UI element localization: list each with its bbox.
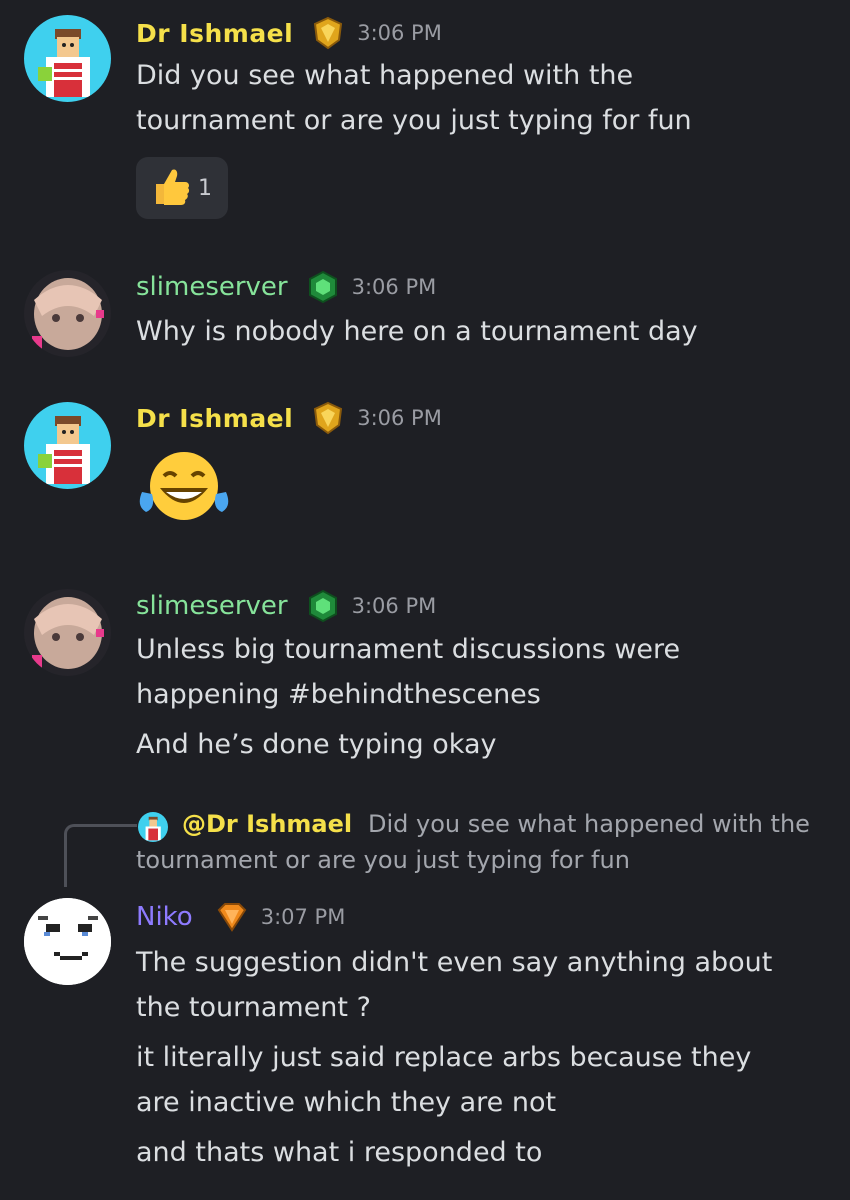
message-text: the tournament ? bbox=[136, 992, 371, 1023]
reaction-count: 1 bbox=[198, 175, 212, 201]
green-gem-badge-icon[interactable] bbox=[306, 270, 340, 304]
reaction-thumbs-up[interactable]: 1 bbox=[136, 157, 228, 219]
reply-mention[interactable]: @Dr Ishmael bbox=[182, 810, 352, 838]
timestamp: 3:07 PM bbox=[260, 905, 346, 929]
message-text: tournament or are you just typing for fu… bbox=[136, 105, 692, 136]
username[interactable]: slimeserver bbox=[136, 591, 288, 621]
message-text: happening #behindthescenes bbox=[136, 679, 541, 710]
thumbs-up-icon bbox=[148, 164, 192, 212]
reply-avatar-dr-ishmael bbox=[138, 812, 168, 842]
message-text: Did you see what happened with the bbox=[136, 60, 634, 91]
message-text: it literally just said replace arbs beca… bbox=[136, 1042, 752, 1073]
timestamp: 3:06 PM bbox=[351, 275, 437, 299]
avatar-dr-ishmael[interactable] bbox=[24, 402, 111, 489]
username[interactable]: Dr Ishmael bbox=[136, 404, 293, 433]
message-header: slimeserver 3:06 PM bbox=[136, 589, 436, 623]
username[interactable]: Niko bbox=[136, 902, 193, 932]
orange-diamond-badge-icon[interactable] bbox=[215, 900, 249, 934]
message-text: Unless big tournament discussions were bbox=[136, 634, 681, 665]
message-header: Niko 3:07 PM bbox=[136, 900, 345, 934]
reply-preview[interactable]: @Dr Ishmael Did you see what happened wi… bbox=[0, 800, 850, 890]
gold-shield-badge-icon[interactable] bbox=[311, 401, 345, 435]
message-header: slimeserver 3:06 PM bbox=[136, 270, 436, 304]
timestamp: 3:06 PM bbox=[351, 594, 437, 618]
avatar-slimeserver[interactable] bbox=[24, 589, 111, 676]
message-text: are inactive which they are not bbox=[136, 1087, 557, 1118]
message-text: And he’s done typing okay bbox=[136, 729, 497, 760]
message-text: and thats what i responded to bbox=[136, 1137, 543, 1168]
face-with-tears-of-joy-icon bbox=[134, 448, 234, 524]
gold-shield-badge-icon[interactable] bbox=[311, 16, 345, 50]
username[interactable]: slimeserver bbox=[136, 272, 288, 302]
username[interactable]: Dr Ishmael bbox=[136, 19, 293, 48]
message-header: Dr Ishmael 3:06 PM bbox=[136, 401, 442, 435]
timestamp: 3:06 PM bbox=[357, 406, 442, 430]
avatar-slimeserver[interactable] bbox=[24, 270, 111, 357]
avatar-dr-ishmael[interactable] bbox=[24, 15, 111, 102]
avatar-niko[interactable] bbox=[24, 898, 111, 985]
message-text: Why is nobody here on a tournament day bbox=[136, 316, 698, 347]
green-gem-badge-icon[interactable] bbox=[306, 589, 340, 623]
message-header: Dr Ishmael 3:06 PM bbox=[136, 16, 442, 50]
reply-text: tournament or are you just typing for fu… bbox=[136, 846, 630, 874]
reply-connector bbox=[64, 824, 137, 887]
timestamp: 3:06 PM bbox=[357, 21, 442, 45]
message-text: The suggestion didn't even say anything … bbox=[136, 947, 773, 978]
reply-text: Did you see what happened with the bbox=[368, 810, 810, 838]
